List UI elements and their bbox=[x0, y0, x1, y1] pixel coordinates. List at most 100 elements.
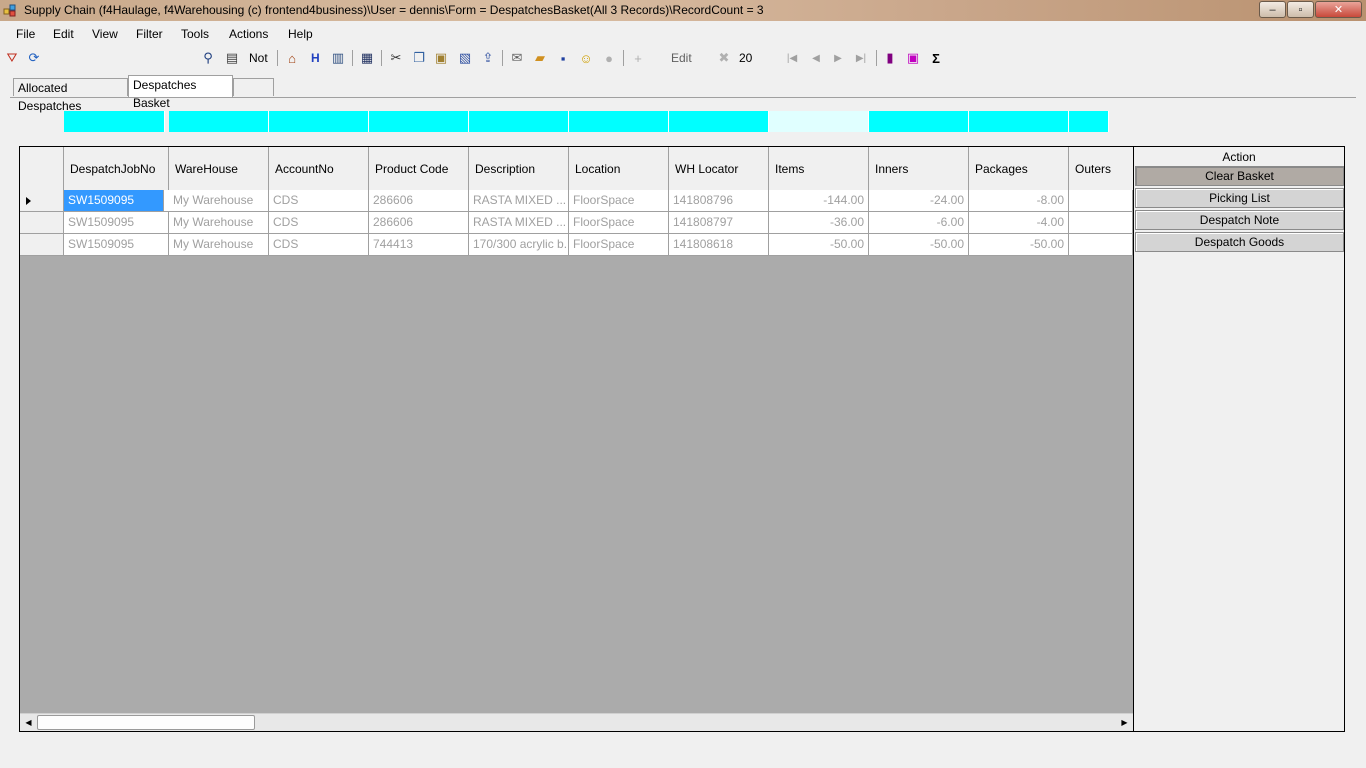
home-icon[interactable]: ⌂ bbox=[283, 49, 301, 67]
save-icon[interactable]: ▪ bbox=[554, 49, 572, 67]
preview-icon[interactable]: ▣ bbox=[904, 49, 922, 67]
filter-cell-product-code[interactable] bbox=[369, 111, 469, 132]
chart-icon[interactable]: ▮ bbox=[881, 49, 899, 67]
cut-icon[interactable]: ✂ bbox=[387, 49, 405, 67]
calculator-icon[interactable]: ▦ bbox=[358, 49, 376, 67]
despatch-note-button[interactable]: Despatch Note bbox=[1135, 210, 1344, 230]
open-folder-icon[interactable]: ▰ bbox=[531, 49, 549, 67]
menu-file[interactable]: File bbox=[16, 27, 35, 41]
paste-special-icon[interactable]: ▧ bbox=[456, 49, 474, 67]
filter-cell-wh-locator[interactable] bbox=[669, 111, 769, 132]
cell-warehouse[interactable]: My Warehouse bbox=[169, 212, 269, 234]
picking-list-button[interactable]: Picking List bbox=[1135, 188, 1344, 208]
cell-location[interactable]: FloorSpace bbox=[569, 234, 669, 256]
col-header-despatchjobno[interactable]: DespatchJobNo bbox=[64, 147, 169, 190]
cell-wh-locator[interactable]: 141808618 bbox=[669, 234, 769, 256]
cell-description[interactable]: 170/300 acrylic b... bbox=[469, 234, 569, 256]
email-icon[interactable]: ✉ bbox=[508, 49, 526, 67]
cell-description[interactable]: RASTA MIXED ... bbox=[469, 212, 569, 234]
delete-icon[interactable]: ✖ bbox=[715, 49, 733, 67]
filter-cell-warehouse[interactable] bbox=[169, 111, 269, 132]
cell-outers[interactable] bbox=[1069, 234, 1133, 256]
next-record-icon[interactable]: ▶ bbox=[829, 49, 847, 67]
horizontal-scrollbar[interactable]: ◀ ▶ bbox=[20, 713, 1133, 731]
search-icon[interactable]: ⚲ bbox=[199, 49, 217, 67]
col-header-description[interactable]: Description bbox=[469, 147, 569, 190]
filter-clear-icon[interactable]: ⛛ bbox=[3, 49, 21, 67]
filter-cell-despatchjobno[interactable] bbox=[64, 111, 165, 132]
row-header[interactable] bbox=[20, 212, 64, 234]
tab-blank[interactable] bbox=[233, 78, 274, 96]
cell-inners[interactable]: -6.00 bbox=[869, 212, 969, 234]
first-record-icon[interactable]: |◀ bbox=[783, 49, 801, 67]
filter-cell-description[interactable] bbox=[469, 111, 569, 132]
add-icon[interactable]: + bbox=[629, 49, 647, 67]
cell-inners[interactable]: -50.00 bbox=[869, 234, 969, 256]
row-header[interactable] bbox=[20, 190, 64, 212]
find-replace-icon[interactable]: ▤ bbox=[223, 49, 241, 67]
cell-location[interactable]: FloorSpace bbox=[569, 190, 669, 212]
table-row[interactable]: SW1509095 My Warehouse CDS 286606 RASTA … bbox=[20, 212, 1133, 234]
copy-icon[interactable]: ❐ bbox=[410, 49, 428, 67]
filter-cell-outers[interactable] bbox=[1069, 111, 1109, 132]
filter-cell-location[interactable] bbox=[569, 111, 669, 132]
cell-outers[interactable] bbox=[1069, 190, 1133, 212]
menu-edit[interactable]: Edit bbox=[53, 27, 74, 41]
tab-allocated-despatches[interactable]: Allocated Despatches bbox=[13, 78, 128, 113]
refresh-icon[interactable]: ⟳ bbox=[25, 49, 43, 67]
scroll-right-icon[interactable]: ▶ bbox=[1116, 714, 1133, 731]
not-filter-button[interactable]: Not bbox=[249, 51, 268, 65]
cell-accountno[interactable]: CDS bbox=[269, 234, 369, 256]
table-row[interactable]: SW1509095 My Warehouse CDS 744413 170/30… bbox=[20, 234, 1133, 256]
col-header-outers[interactable]: Outers bbox=[1069, 147, 1133, 190]
paste-icon[interactable]: ▣ bbox=[432, 49, 450, 67]
cell-location[interactable]: FloorSpace bbox=[569, 212, 669, 234]
cell-product-code[interactable]: 286606 bbox=[369, 212, 469, 234]
cell-items[interactable]: -144.00 bbox=[769, 190, 869, 212]
circle-icon[interactable]: ● bbox=[600, 49, 618, 67]
scrollbar-thumb[interactable] bbox=[37, 715, 255, 730]
book-icon[interactable]: ▥ bbox=[329, 49, 347, 67]
minimize-button[interactable]: – bbox=[1259, 1, 1286, 18]
cell-outers[interactable] bbox=[1069, 212, 1133, 234]
export-icon[interactable]: ⇪ bbox=[479, 49, 497, 67]
col-header-product-code[interactable]: Product Code bbox=[369, 147, 469, 190]
cell-items[interactable]: -50.00 bbox=[769, 234, 869, 256]
cell-packages[interactable]: -8.00 bbox=[969, 190, 1069, 212]
cell-packages[interactable]: -50.00 bbox=[969, 234, 1069, 256]
menu-actions[interactable]: Actions bbox=[229, 27, 268, 41]
tab-despatches-basket[interactable]: Despatches Basket bbox=[128, 75, 233, 110]
col-header-packages[interactable]: Packages bbox=[969, 147, 1069, 190]
cell-product-code[interactable]: 286606 bbox=[369, 190, 469, 212]
maximize-button[interactable]: ▫ bbox=[1287, 1, 1314, 18]
cell-description[interactable]: RASTA MIXED ... bbox=[469, 190, 569, 212]
col-header-location[interactable]: Location bbox=[569, 147, 669, 190]
menu-help[interactable]: Help bbox=[288, 27, 313, 41]
h-button[interactable]: H bbox=[311, 51, 320, 65]
col-header-items[interactable]: Items bbox=[769, 147, 869, 190]
sum-icon[interactable]: Σ bbox=[927, 49, 945, 67]
filter-cell-inners[interactable] bbox=[869, 111, 969, 132]
col-header-wh-locator[interactable]: WH Locator bbox=[669, 147, 769, 190]
filter-cell-items[interactable] bbox=[769, 111, 869, 132]
close-button[interactable]: ✕ bbox=[1315, 1, 1362, 18]
cell-wh-locator[interactable]: 141808796 bbox=[669, 190, 769, 212]
filter-cell-packages[interactable] bbox=[969, 111, 1069, 132]
cell-despatchjobno[interactable]: SW1509095 bbox=[64, 234, 169, 256]
menu-filter[interactable]: Filter bbox=[136, 27, 163, 41]
col-header-accountno[interactable]: AccountNo bbox=[269, 147, 369, 190]
edit-button[interactable]: Edit bbox=[671, 51, 692, 65]
cell-packages[interactable]: -4.00 bbox=[969, 212, 1069, 234]
cell-warehouse[interactable]: My Warehouse bbox=[169, 190, 269, 212]
prev-record-icon[interactable]: ◀ bbox=[807, 49, 825, 67]
cell-accountno[interactable]: CDS bbox=[269, 212, 369, 234]
menu-view[interactable]: View bbox=[92, 27, 118, 41]
menu-tools[interactable]: Tools bbox=[181, 27, 209, 41]
clear-basket-button[interactable]: Clear Basket bbox=[1135, 166, 1344, 186]
col-header-inners[interactable]: Inners bbox=[869, 147, 969, 190]
page-size-value[interactable]: 20 bbox=[739, 51, 752, 65]
col-header-warehouse[interactable]: WareHouse bbox=[169, 147, 269, 190]
despatch-goods-button[interactable]: Despatch Goods bbox=[1135, 232, 1344, 252]
scroll-left-icon[interactable]: ◀ bbox=[20, 714, 37, 731]
cell-items[interactable]: -36.00 bbox=[769, 212, 869, 234]
